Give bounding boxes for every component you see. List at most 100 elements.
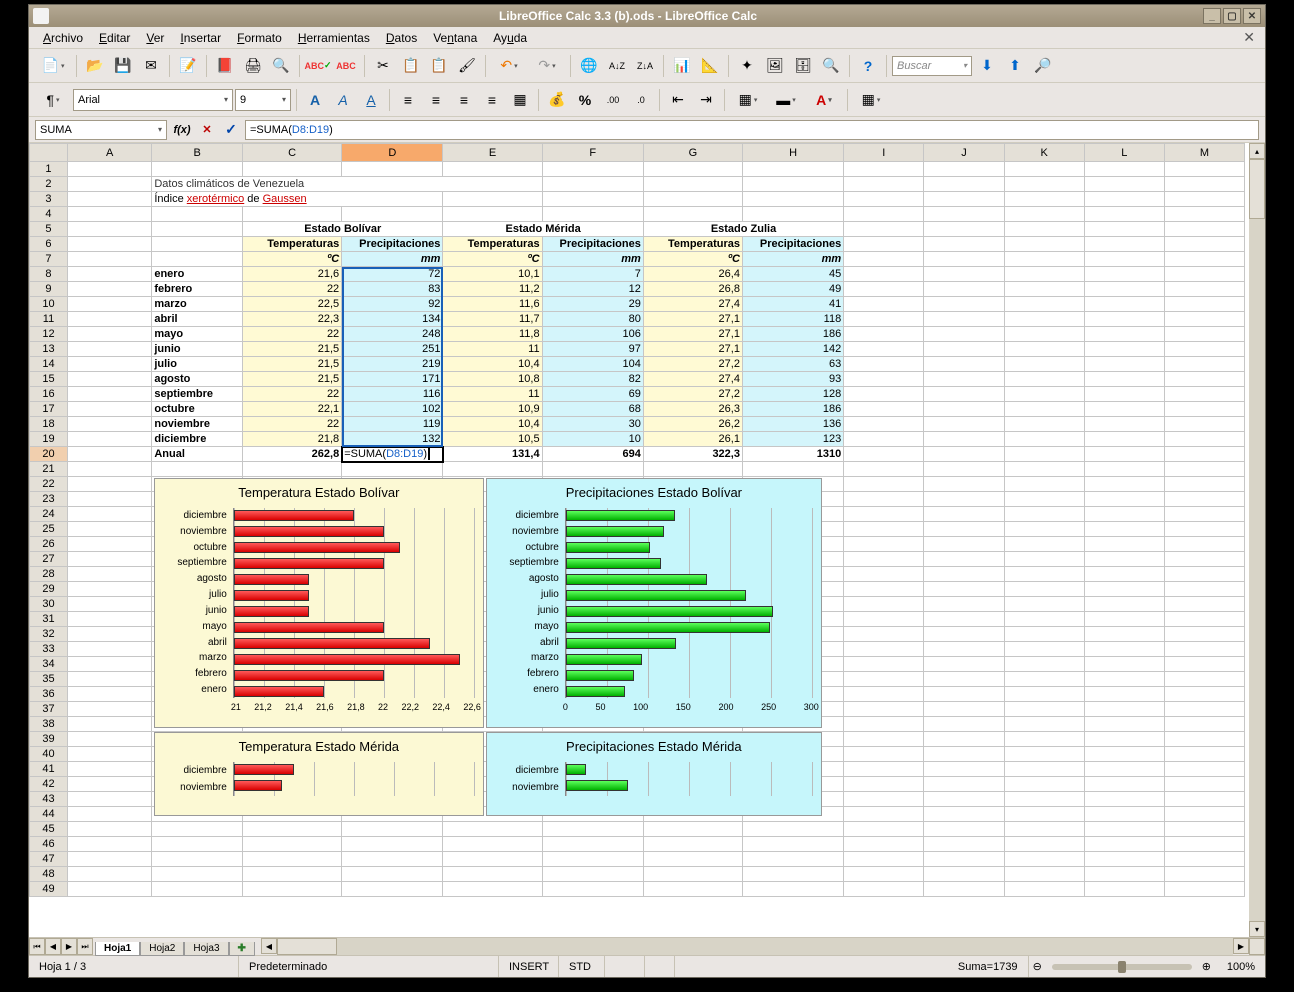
cell-A2[interactable]	[67, 177, 151, 192]
row-header-17[interactable]: 17	[30, 402, 68, 417]
col-header-G[interactable]: G	[643, 144, 742, 162]
cell-C11[interactable]: 22,3	[243, 312, 342, 327]
bold-button[interactable]: A	[302, 87, 328, 113]
cell-E21[interactable]	[443, 462, 542, 477]
cell-F16[interactable]: 69	[542, 387, 643, 402]
cell-D47[interactable]	[342, 852, 443, 867]
cell-B3[interactable]: Índice xerotérmico de Gaussen	[152, 192, 443, 207]
percent-button[interactable]: %	[572, 87, 598, 113]
hyperlink-button[interactable]: 🌐	[576, 53, 602, 79]
cell-L6[interactable]	[1084, 237, 1164, 252]
col-header-M[interactable]: M	[1164, 144, 1244, 162]
cell-M49[interactable]	[1164, 882, 1244, 897]
cell-F45[interactable]	[542, 822, 643, 837]
cell-I48[interactable]	[844, 867, 924, 882]
cell-K33[interactable]	[1004, 642, 1084, 657]
cell-H15[interactable]: 93	[742, 372, 843, 387]
cell-J44[interactable]	[924, 807, 1004, 822]
find-next-button[interactable]: ⬇	[974, 53, 1000, 79]
cell-J4[interactable]	[924, 207, 1004, 222]
col-header-I[interactable]: I	[844, 144, 924, 162]
cell-M27[interactable]	[1164, 552, 1244, 567]
row-header-41[interactable]: 41	[30, 762, 68, 777]
cell-I16[interactable]	[844, 387, 924, 402]
cell-J31[interactable]	[924, 612, 1004, 627]
cell-C9[interactable]: 22	[243, 282, 342, 297]
cell-G16[interactable]: 27,2	[643, 387, 742, 402]
cell-H13[interactable]: 142	[742, 342, 843, 357]
accept-formula-button[interactable]: ✓	[221, 121, 241, 138]
cell-M18[interactable]	[1164, 417, 1244, 432]
cell-M21[interactable]	[1164, 462, 1244, 477]
cell-L34[interactable]	[1084, 657, 1164, 672]
cell-G8[interactable]: 26,4	[643, 267, 742, 282]
menu-ventana[interactable]: Ventana	[425, 29, 485, 47]
cell-C46[interactable]	[243, 837, 342, 852]
cell-A9[interactable]	[67, 282, 151, 297]
col-header-E[interactable]: E	[443, 144, 542, 162]
cell-I44[interactable]	[844, 807, 924, 822]
cell-C16[interactable]: 22	[243, 387, 342, 402]
cell-A20[interactable]	[67, 447, 151, 462]
cell-G10[interactable]: 27,4	[643, 297, 742, 312]
navigator-button[interactable]: ✦	[734, 53, 760, 79]
redo-button[interactable]: ↷	[529, 53, 565, 79]
cell-A35[interactable]	[67, 672, 151, 687]
sheet-tab-Hoja2[interactable]: Hoja2	[140, 942, 184, 956]
cell-M40[interactable]	[1164, 747, 1244, 762]
cell-L24[interactable]	[1084, 507, 1164, 522]
cell-I15[interactable]	[844, 372, 924, 387]
sort-asc-button[interactable]: A↓Z	[604, 53, 630, 79]
cell-I23[interactable]	[844, 492, 924, 507]
cell-E15[interactable]: 10,8	[443, 372, 542, 387]
cell-J20[interactable]	[924, 447, 1004, 462]
cell-J3[interactable]	[924, 192, 1004, 207]
cell-D11[interactable]: 134	[342, 312, 443, 327]
cell-F46[interactable]	[542, 837, 643, 852]
print-button[interactable]: 🖨	[240, 53, 266, 79]
cell-A23[interactable]	[67, 492, 151, 507]
cell-I17[interactable]	[844, 402, 924, 417]
cell-J46[interactable]	[924, 837, 1004, 852]
cell-G13[interactable]: 27,1	[643, 342, 742, 357]
row-header-22[interactable]: 22	[30, 477, 68, 492]
cell-I27[interactable]	[844, 552, 924, 567]
cell-A3[interactable]	[67, 192, 151, 207]
cell-A37[interactable]	[67, 702, 151, 717]
cell-F47[interactable]	[542, 852, 643, 867]
cell-C1[interactable]	[243, 162, 342, 177]
cell-A21[interactable]	[67, 462, 151, 477]
cell-J19[interactable]	[924, 432, 1004, 447]
cell-A41[interactable]	[67, 762, 151, 777]
cell-A48[interactable]	[67, 867, 151, 882]
cell-M47[interactable]	[1164, 852, 1244, 867]
cell-E19[interactable]: 10,5	[443, 432, 542, 447]
cell-C15[interactable]: 21,5	[243, 372, 342, 387]
row-header-24[interactable]: 24	[30, 507, 68, 522]
cell-M6[interactable]	[1164, 237, 1244, 252]
cell-M41[interactable]	[1164, 762, 1244, 777]
cell-A4[interactable]	[67, 207, 151, 222]
cell-D48[interactable]	[342, 867, 443, 882]
row-header-35[interactable]: 35	[30, 672, 68, 687]
cell-L16[interactable]	[1084, 387, 1164, 402]
cell-A28[interactable]	[67, 567, 151, 582]
cell-K9[interactable]	[1004, 282, 1084, 297]
cell-I26[interactable]	[844, 537, 924, 552]
cell-M35[interactable]	[1164, 672, 1244, 687]
cell-G48[interactable]	[643, 867, 742, 882]
cell-E6[interactable]: Temperaturas	[443, 237, 542, 252]
cell-K47[interactable]	[1004, 852, 1084, 867]
cell-J12[interactable]	[924, 327, 1004, 342]
chart-object[interactable]: Precipitaciones Estado Bolívardiciembren…	[486, 478, 822, 728]
hscroll-thumb[interactable]	[277, 938, 337, 955]
cell-A16[interactable]	[67, 387, 151, 402]
merge-cells-button[interactable]: ▦	[507, 87, 533, 113]
cell-G3[interactable]	[643, 192, 742, 207]
cell-I20[interactable]	[844, 447, 924, 462]
cell-H6[interactable]: Precipitaciones	[742, 237, 843, 252]
cell-G17[interactable]: 26,3	[643, 402, 742, 417]
col-header-H[interactable]: H	[742, 144, 843, 162]
cell-I25[interactable]	[844, 522, 924, 537]
cell-G21[interactable]	[643, 462, 742, 477]
